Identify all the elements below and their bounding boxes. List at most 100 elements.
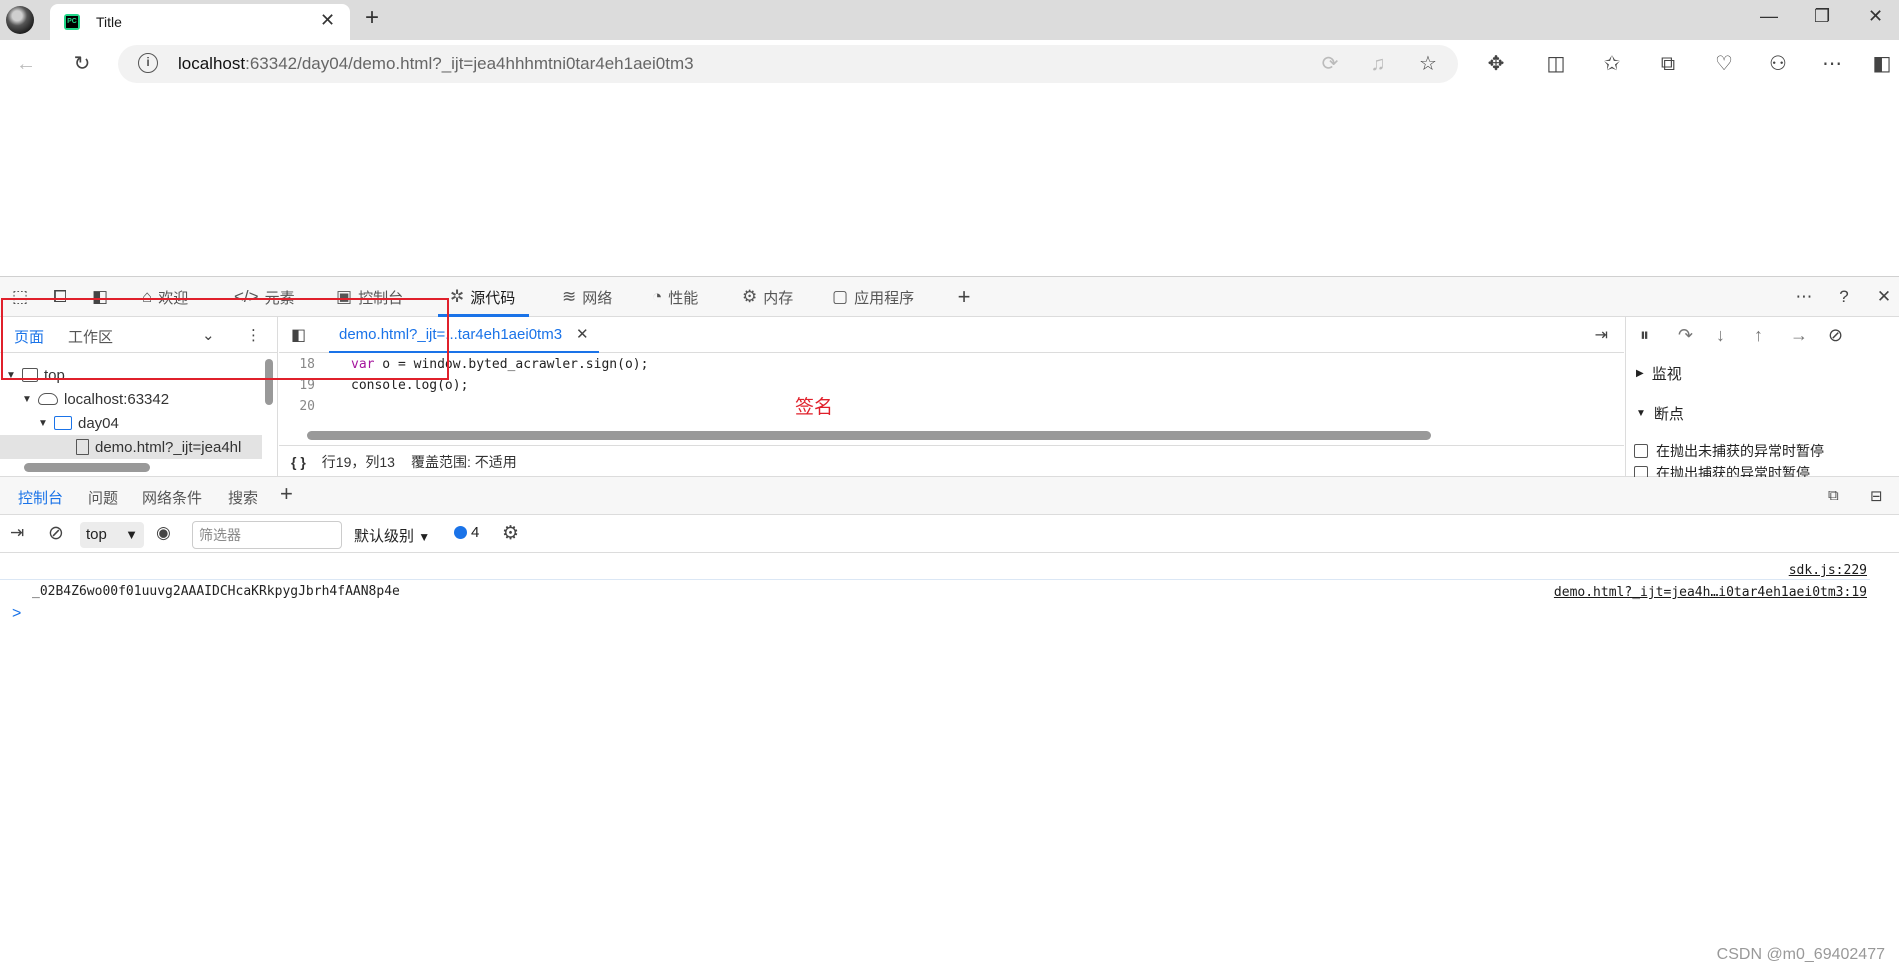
tree-item-folder[interactable]: ▼ day04 [38, 411, 119, 435]
gauge-icon: ◔ [652, 287, 662, 307]
pause-icon[interactable]: ⏸ [1640, 325, 1649, 346]
file-icon [76, 439, 89, 455]
console-prompt[interactable]: > [12, 605, 21, 623]
annotation-label: 签名 [795, 392, 833, 419]
drawer-tab-issues[interactable]: 问题 [88, 487, 118, 508]
more-tabs-plus-icon[interactable]: + [952, 285, 976, 309]
console-log-message: _02B4Z6wo00f01uuvg2AAAIDCHcaKRkpygJbrh4f… [32, 584, 400, 599]
console-output: sdk.js:229 demo.html?_ijt=jea4h…i0tar4eh… [0, 553, 1899, 971]
devtools-panel: ⬚ ⧠ ◧ ⌂ 欢迎 </> 元素 ▣ 控制台 ✲ 源代码 ≋ 网络 ◔ 性能 … [0, 276, 1899, 970]
log-separator [0, 579, 1870, 580]
close-drawer-icon[interactable]: ⊟ [1870, 487, 1883, 505]
add-drawer-tab-icon[interactable]: + [280, 481, 293, 507]
reload-icon[interactable]: ↻ [68, 50, 96, 78]
pause-uncaught-row[interactable]: 在抛出未捕获的异常时暂停 [1634, 441, 1824, 461]
expand-triangle-icon: ▼ [38, 418, 48, 429]
more-menu-icon[interactable]: ⋯ [1818, 50, 1846, 78]
dropdown-arrow-icon: ▼ [418, 530, 430, 544]
wifi-icon: ≋ [562, 287, 576, 307]
highlight-box [1, 298, 449, 380]
tree-item-host[interactable]: ▼ localhost:63342 [22, 387, 169, 411]
tab-close-icon[interactable]: ✕ [320, 10, 335, 31]
drawer-tab-console[interactable]: 控制台 [18, 487, 63, 508]
page-viewport [0, 88, 1899, 276]
coverage-status: 覆盖范围: 不适用 [411, 452, 517, 472]
code-line: 19 console.log(o); [279, 378, 468, 398]
back-icon[interactable]: ← [12, 50, 40, 78]
immersive-reader-icon[interactable]: ⟳ [1316, 50, 1344, 78]
code-editor: ◧ demo.html?_ijt=...tar4eh1aei0tm3 ✕ ⇥ 1… [279, 317, 1624, 477]
extensions-icon[interactable]: ✥ [1482, 50, 1510, 78]
restore-icon[interactable]: ❐ [1814, 6, 1830, 27]
console-toolbar: ⇥ ⊘ top ▼ ◉ 默认级别 ▼ 4 ⚙ [0, 515, 1899, 553]
profile-avatar[interactable] [6, 6, 34, 34]
tab-network[interactable]: ≋ 网络 [562, 277, 612, 317]
context-selector[interactable]: top ▼ [80, 522, 144, 548]
dropdown-arrow-icon: ▼ [125, 522, 138, 548]
tab-title: Title [96, 14, 122, 30]
collections-icon[interactable]: ⧉ [1654, 50, 1682, 78]
console-filter-input[interactable] [192, 521, 342, 549]
minimize-icon[interactable]: — [1760, 6, 1778, 27]
drawer-tab-search[interactable]: 搜索 [228, 487, 258, 508]
deactivate-breakpoints-icon[interactable]: ⊘ [1828, 325, 1843, 346]
close-file-icon[interactable]: ✕ [576, 325, 589, 343]
log-level-dropdown[interactable]: 默认级别 ▼ [354, 525, 430, 546]
site-info-icon[interactable]: i [138, 53, 158, 73]
folder-icon [54, 416, 72, 430]
drawer-tab-network-conditions[interactable]: 网络条件 [142, 487, 202, 508]
checkbox[interactable] [1634, 444, 1648, 458]
new-tab-icon[interactable]: + [365, 4, 379, 32]
log-source-link[interactable]: sdk.js:229 [1789, 563, 1867, 578]
navigator-h-scrollbar[interactable] [24, 463, 150, 472]
expand-triangle-icon: ▼ [22, 394, 32, 405]
customize-more-icon[interactable]: ⋯ [1792, 285, 1816, 309]
code-h-scrollbar[interactable] [307, 431, 1431, 440]
pretty-print-button[interactable]: { } [291, 454, 306, 470]
tab-memory[interactable]: ⚙ 内存 [742, 277, 793, 317]
sidebar-toggle-icon[interactable]: ◧ [1868, 50, 1896, 78]
bug-icon: ✲ [450, 287, 464, 307]
clear-console-icon[interactable]: ⊘ [48, 522, 64, 545]
tab-application[interactable]: ▢ 应用程序 [832, 277, 914, 317]
log-source-link[interactable]: demo.html?_ijt=jea4h…i0tar4eh1aei0tm3:19 [1554, 585, 1867, 600]
tab-performance[interactable]: ◔ 性能 [652, 277, 698, 317]
code-area[interactable]: 18 var o = window.byted_acrawler.sign(o)… [279, 353, 1624, 423]
console-settings-gear-icon[interactable]: ⚙ [502, 522, 519, 545]
browser-essentials-icon[interactable]: ♡ [1710, 50, 1738, 78]
cloud-icon [38, 393, 58, 405]
breakpoints-section[interactable]: ▼ 断点 [1636, 403, 1684, 424]
chip-icon: ⚙ [742, 287, 757, 307]
collapsed-triangle-icon: ▶ [1636, 368, 1644, 379]
url-text[interactable]: localhost:63342/day04/demo.html?_ijt=jea… [178, 54, 694, 74]
step-over-icon[interactable]: ↷ [1678, 325, 1693, 346]
issues-counter[interactable]: 4 [454, 524, 479, 541]
step-into-icon[interactable]: ↓ [1716, 325, 1725, 346]
step-out-icon[interactable]: ↑ [1754, 325, 1763, 346]
close-devtools-icon[interactable]: ✕ [1872, 285, 1896, 309]
favorites-icon[interactable]: ✩ [1598, 50, 1626, 78]
message-bubble-icon [454, 526, 467, 539]
window-close-icon[interactable]: ✕ [1868, 6, 1883, 27]
console-sidebar-icon[interactable]: ⇥ [10, 523, 24, 543]
split-screen-icon[interactable]: ◫ [1542, 50, 1570, 78]
pycharm-favicon-icon: PC [64, 14, 80, 30]
tab-sources[interactable]: ✲ 源代码 [450, 277, 515, 317]
address-bar[interactable]: i localhost:63342/day04/demo.html?_ijt=j… [118, 45, 1458, 83]
watermark: CSDN @m0_69402477 [1717, 946, 1885, 964]
help-icon[interactable]: ? [1832, 285, 1856, 309]
watch-section[interactable]: ▶ 监视 [1636, 363, 1682, 384]
step-icon[interactable]: → [1790, 325, 1808, 346]
browser-toolbar: ← ↻ i localhost:63342/day04/demo.html?_i… [0, 40, 1899, 88]
profile-sync-icon[interactable]: ⚇ [1764, 50, 1792, 78]
favorite-star-icon[interactable]: ☆ [1414, 50, 1442, 78]
browser-tab-active[interactable]: PC Title ✕ [50, 4, 350, 40]
tree-item-file[interactable]: demo.html?_ijt=jea4hl [76, 435, 256, 459]
code-line: 20 [279, 399, 351, 419]
application-icon: ▢ [832, 287, 848, 307]
read-aloud-icon[interactable]: ♫ [1364, 50, 1392, 78]
live-expression-eye-icon[interactable]: ◉ [156, 523, 171, 543]
dock-drawer-icon[interactable]: ⧉ [1828, 487, 1839, 504]
toggle-debugger-icon[interactable]: ⇥ [1595, 325, 1608, 345]
debugger-sidebar: ⏸ ↷ ↓ ↑ → ⊘ ▶ 监视 ▼ 断点 在抛出未捕获的异常时暂停 在抛出捕获… [1625, 317, 1899, 477]
